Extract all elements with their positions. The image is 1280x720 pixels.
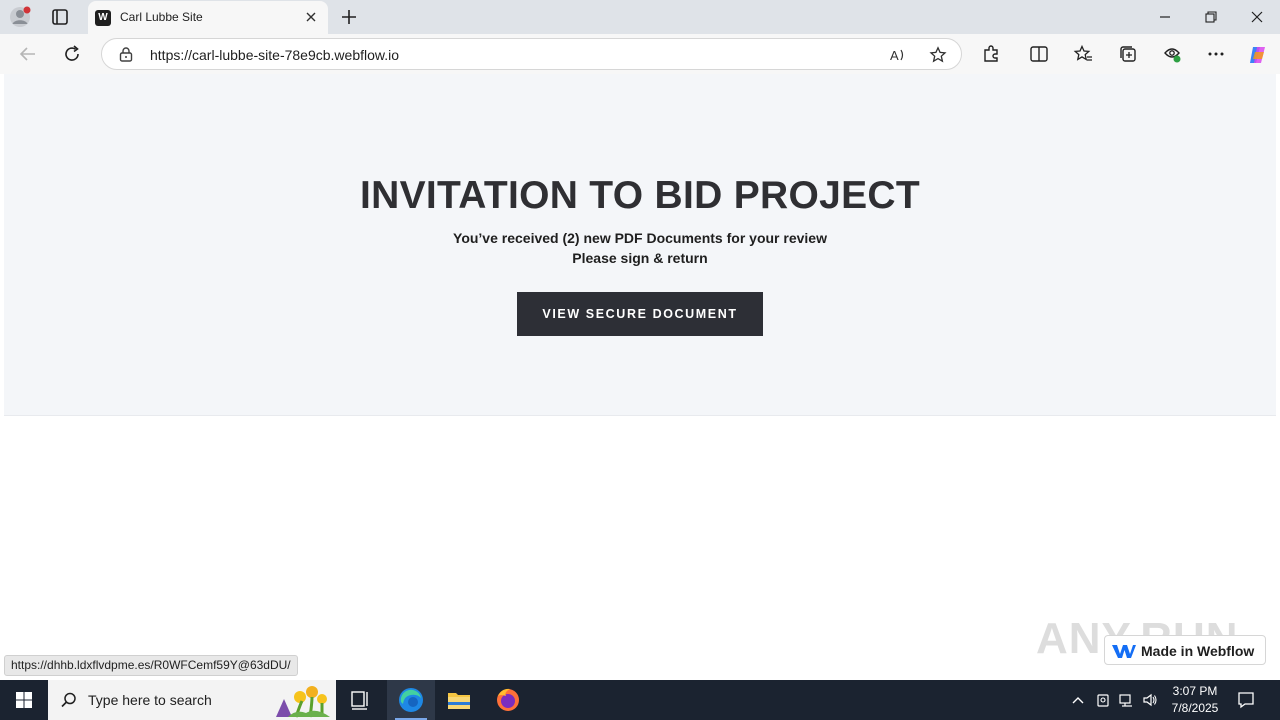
- collections-icon[interactable]: [1118, 44, 1138, 64]
- file-explorer-icon[interactable]: [435, 680, 483, 720]
- tab-carl-lubbe-site[interactable]: W Carl Lubbe Site: [88, 1, 328, 34]
- view-secure-document-button[interactable]: VIEW SECURE DOCUMENT: [517, 292, 763, 336]
- taskbar-clock[interactable]: 3:07 PM 7/8/2025: [1163, 683, 1227, 717]
- back-arrow-icon[interactable]: [18, 44, 38, 64]
- meet-now-icon[interactable]: [1095, 692, 1111, 708]
- hero-section: INVITATION TO BID PROJECT You’ve receive…: [4, 74, 1276, 416]
- notifications-icon[interactable]: [1236, 690, 1256, 710]
- close-window-button[interactable]: [1234, 0, 1280, 34]
- show-hidden-icons-chevron-icon[interactable]: [1070, 692, 1086, 708]
- webflow-logo-icon: [1111, 643, 1137, 659]
- url-text[interactable]: https://carl-lubbe-site-78e9cb.webflow.i…: [150, 47, 399, 63]
- taskbar-search-box[interactable]: Type here to search: [48, 680, 336, 720]
- profile-avatar-icon[interactable]: [9, 6, 31, 28]
- made-in-webflow-badge[interactable]: Made in Webflow: [1104, 635, 1266, 665]
- sign-return-message: Please sign & return: [572, 250, 708, 266]
- search-icon: [60, 691, 78, 709]
- refresh-icon[interactable]: [62, 44, 82, 64]
- task-view-icon[interactable]: [336, 680, 384, 720]
- extensions-icon[interactable]: [981, 44, 1001, 64]
- more-options-icon[interactable]: [1206, 44, 1226, 64]
- network-icon[interactable]: [1118, 692, 1134, 708]
- search-placeholder: Type here to search: [88, 692, 212, 708]
- close-tab-icon[interactable]: [304, 10, 318, 24]
- made-in-webflow-label: Made in Webflow: [1141, 643, 1255, 659]
- favorites-icon[interactable]: [1073, 44, 1093, 64]
- favorite-star-icon[interactable]: [929, 46, 947, 64]
- firefox-icon[interactable]: [484, 680, 532, 720]
- start-button[interactable]: [0, 680, 48, 720]
- split-screen-icon[interactable]: [1029, 44, 1049, 64]
- copilot-icon[interactable]: [1247, 44, 1267, 64]
- restore-button[interactable]: [1188, 0, 1234, 34]
- page-viewport: INVITATION TO BID PROJECT You’ve receive…: [4, 74, 1276, 678]
- volume-icon[interactable]: [1142, 692, 1158, 708]
- webflow-favicon-icon: W: [95, 10, 111, 26]
- search-highlight-flowers-icon: [266, 683, 332, 719]
- minimize-button[interactable]: [1142, 0, 1188, 34]
- browser-titlebar: W Carl Lubbe Site: [0, 0, 1280, 34]
- tab-title: Carl Lubbe Site: [120, 10, 203, 24]
- page-heading: INVITATION TO BID PROJECT: [359, 174, 921, 217]
- lock-icon[interactable]: [118, 46, 134, 62]
- browser-essentials-icon[interactable]: [1162, 44, 1182, 64]
- clock-time: 3:07 PM: [1172, 684, 1218, 698]
- received-message: You’ve received (2) new PDF Documents fo…: [453, 230, 827, 246]
- new-tab-icon[interactable]: [340, 8, 358, 26]
- clock-date: 7/8/2025: [1171, 701, 1219, 715]
- browser-toolbar: https://carl-lubbe-site-78e9cb.webflow.i…: [0, 34, 1280, 74]
- svg-text:A: A: [890, 48, 899, 63]
- read-aloud-icon[interactable]: A: [889, 46, 907, 64]
- windows-taskbar: Type here to search 3:07 PM 7/8/2025: [0, 680, 1280, 720]
- status-bar-link: https://dhhb.ldxflvdpme.es/R0WFCemf59Y@6…: [4, 655, 298, 676]
- edge-taskbar-icon[interactable]: [387, 680, 435, 720]
- address-bar[interactable]: https://carl-lubbe-site-78e9cb.webflow.i…: [101, 38, 962, 70]
- tab-actions-icon[interactable]: [50, 8, 70, 26]
